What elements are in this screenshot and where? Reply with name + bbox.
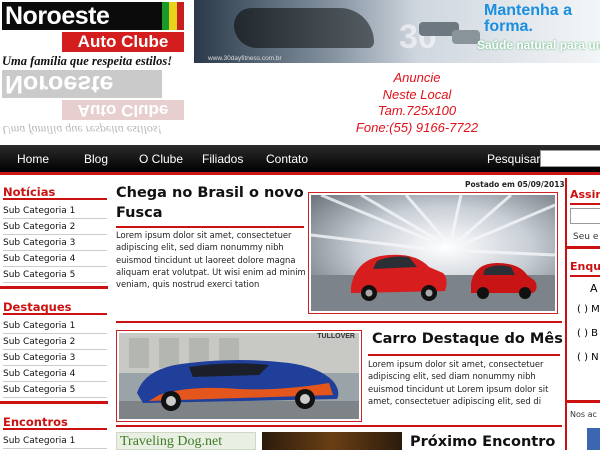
image-frame: TULLOVER [119, 333, 359, 419]
logo-main-text: Noroeste [2, 2, 162, 30]
dumbbell-icon [452, 30, 480, 44]
sidebar-heading-destaques: Destaques [3, 299, 107, 315]
sidebar-item[interactable]: Sub Categoria 4 [3, 366, 107, 382]
sidebar: Notícias Sub Categoria 1 Sub Categoria 2… [0, 178, 108, 450]
divider [570, 275, 600, 277]
divider [0, 286, 108, 289]
sidebar-item[interactable]: Sub Categoria 3 [3, 235, 107, 251]
article-excerpt: Lorem ipsum dolor sit amet, consectetuer… [116, 230, 306, 290]
social-heading: Nos ac [570, 410, 597, 419]
travelingdog-thumbnail[interactable]: Traveling Dog.net [116, 432, 256, 450]
divider [565, 178, 567, 450]
sidebar-item[interactable]: Sub Categoria 3 [3, 350, 107, 366]
sidebar-item[interactable]: Sub Categoria 5 [3, 382, 107, 398]
nav-item-o-clube[interactable]: O Clube [139, 145, 183, 172]
poll-option[interactable]: ( ) M [577, 304, 600, 315]
divider [116, 321, 562, 323]
image-frame [311, 195, 555, 311]
banner-url: www.30dayfitness.com.br [208, 55, 282, 62]
newsletter-label: Seu e [573, 232, 599, 242]
sidebar-item[interactable]: Sub Categoria 5 [3, 267, 107, 283]
site-logo[interactable]: Noroeste Auto Clube Uma família que resp… [2, 2, 188, 140]
newsletter-heading: Assine [570, 188, 600, 201]
ad-line: Neste Local [382, 86, 452, 102]
poll-option[interactable]: ( ) N [577, 352, 599, 363]
athlete-image [234, 8, 374, 48]
article-image-fusca[interactable] [308, 192, 558, 314]
ad-line: Anuncie [393, 70, 441, 85]
poll-heading: Enque [570, 260, 600, 273]
poll-question: A [590, 282, 598, 295]
thumbnail-text: Traveling Dog.net [120, 434, 223, 449]
fitness-banner[interactable]: 30 Mantenha a forma. Saúde natural para … [194, 0, 600, 63]
article-title[interactable]: Próximo Encontro [410, 434, 555, 450]
search-label: Pesquisar [487, 152, 541, 166]
divider [567, 246, 600, 249]
logo-reflection: Noroeste Auto Clube Uma família que resp… [2, 70, 188, 140]
ad-placeholder[interactable]: Anuncie Neste Local Tam.725x100 Fone:(55… [194, 66, 600, 136]
image-caption: TULLOVER [317, 333, 355, 340]
flag-icon [162, 2, 184, 30]
logo-reflection-slogan: Uma família que respeita estilos! [2, 123, 162, 137]
divider [368, 354, 560, 356]
nav-item-filiados[interactable]: Filiados [202, 145, 243, 172]
event-thumbnail[interactable] [262, 432, 402, 450]
divider [567, 400, 600, 403]
article-title[interactable]: Chega no Brasil o novo Fusca [116, 183, 306, 223]
divider [570, 203, 600, 205]
logo-reflection-main: Noroeste [2, 70, 162, 98]
divider [0, 401, 108, 404]
nav-item-blog[interactable]: Blog [84, 145, 108, 172]
post-date: Postado em 05/09/2013 [465, 180, 565, 189]
nav-item-contato[interactable]: Contato [266, 145, 308, 172]
sidebar-item[interactable]: Sub Categoria 2 [3, 334, 107, 350]
nav-item-home[interactable]: Home [17, 145, 49, 172]
banner-subtitle: Saúde natural para um [477, 38, 600, 52]
facebook-icon[interactable] [587, 428, 600, 450]
poll-option[interactable]: ( ) B [577, 328, 598, 339]
featured-car-photo [119, 333, 359, 419]
banner-title: Mantenha a forma. [484, 2, 573, 35]
article-image-featured-car[interactable]: TULLOVER [116, 330, 362, 422]
sidebar-item[interactable]: Sub Categoria 2 [3, 219, 107, 235]
sidebar-heading-noticias: Notícias [3, 184, 107, 200]
article-excerpt: Lorem ipsum dolor sit amet, consectetuer… [368, 359, 549, 406]
sidebar-item[interactable]: Sub Categoria 1 [3, 318, 107, 334]
main-nav: Home Blog O Clube Filiados Contato Pesqu… [0, 145, 600, 175]
sidebar-heading-encontros: Encontros [3, 414, 107, 430]
divider [116, 425, 562, 427]
divider [116, 226, 304, 228]
search-input[interactable] [540, 150, 600, 167]
fusca-photo [311, 195, 555, 311]
ad-line: Tam.725x100 [377, 103, 457, 118]
newsletter-email-input[interactable] [570, 208, 600, 224]
article-title-line: Fusca [116, 205, 163, 221]
ad-line: Fone:(55) 9166-7722 [355, 119, 479, 135]
article-title-line: Chega no Brasil o novo [116, 185, 304, 201]
sidebar-item[interactable]: Sub Categoria 1 [3, 433, 107, 449]
logo-slogan: Uma família que respeita estilos! [2, 54, 173, 68]
right-column: Assine Seu e Enque A ( ) M ( ) B ( ) N N… [565, 178, 600, 450]
sidebar-item[interactable]: Sub Categoria 4 [3, 251, 107, 267]
article-title[interactable]: Carro Destaque do Mês [372, 331, 563, 347]
sidebar-item[interactable]: Sub Categoria 1 [3, 203, 107, 219]
logo-sub-text: Auto Clube [62, 32, 184, 52]
logo-reflection-sub: Auto Clube [62, 100, 184, 120]
header: Noroeste Auto Clube Uma família que resp… [0, 0, 600, 145]
